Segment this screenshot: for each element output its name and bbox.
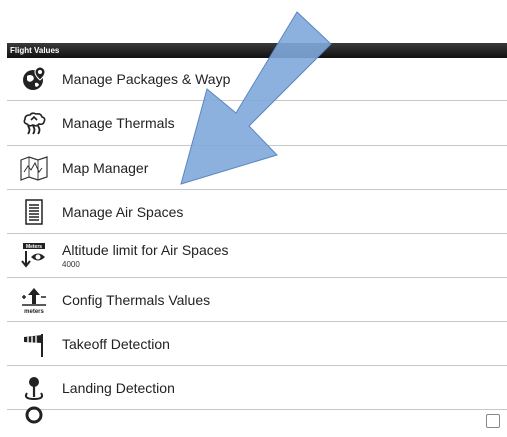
item-label: Manage Thermals bbox=[62, 115, 175, 131]
item-label: Landing Detection bbox=[62, 379, 175, 396]
list-item-config-thermals[interactable]: meters Config Thermals Values bbox=[7, 279, 507, 322]
list-item-landing-detection[interactable]: Landing Detection bbox=[7, 367, 507, 410]
svg-text:Meters: Meters bbox=[26, 244, 42, 250]
svg-text:meters: meters bbox=[24, 309, 44, 314]
list-item-manage-air-spaces[interactable]: Manage Air Spaces bbox=[7, 191, 507, 234]
item-value: 4000 bbox=[62, 260, 80, 269]
meters-up-arrow-icon: meters bbox=[18, 284, 50, 316]
item-label: Takeoff Detection bbox=[62, 335, 170, 352]
list-item-partial[interactable] bbox=[7, 406, 507, 431]
list-item-takeoff-detection[interactable]: Takeoff Detection bbox=[7, 323, 507, 366]
item-label: Manage Air Spaces bbox=[62, 203, 184, 220]
globe-pin-icon bbox=[18, 63, 50, 95]
list-item-map-manager[interactable]: Map Manager bbox=[7, 147, 507, 190]
list-item-manage-packages[interactable]: Manage Packages & Wayp bbox=[7, 58, 507, 101]
thermal-cloud-icon bbox=[18, 108, 50, 140]
windsock-icon bbox=[18, 328, 50, 360]
item-label: Altitude limit for Air Spaces bbox=[62, 242, 229, 258]
item-label: Manage Packages & Wayp bbox=[62, 70, 231, 87]
meters-eye-icon: Meters bbox=[18, 240, 50, 272]
landing-pin-icon bbox=[18, 372, 50, 404]
item-label: Map Manager bbox=[62, 159, 149, 176]
list-item-manage-thermals[interactable]: Manage Thermals bbox=[7, 102, 507, 146]
document-lines-icon bbox=[18, 196, 50, 228]
checkbox[interactable] bbox=[486, 414, 500, 428]
folded-map-icon bbox=[18, 152, 50, 184]
section-header: Flight Values bbox=[7, 43, 507, 58]
list-item-altitude-limit[interactable]: Meters Altitude limit for Air Spaces 400… bbox=[7, 235, 507, 278]
circle-icon bbox=[18, 405, 50, 437]
item-label: Config Thermals Values bbox=[62, 291, 211, 308]
section-header-title: Flight Values bbox=[10, 46, 60, 55]
